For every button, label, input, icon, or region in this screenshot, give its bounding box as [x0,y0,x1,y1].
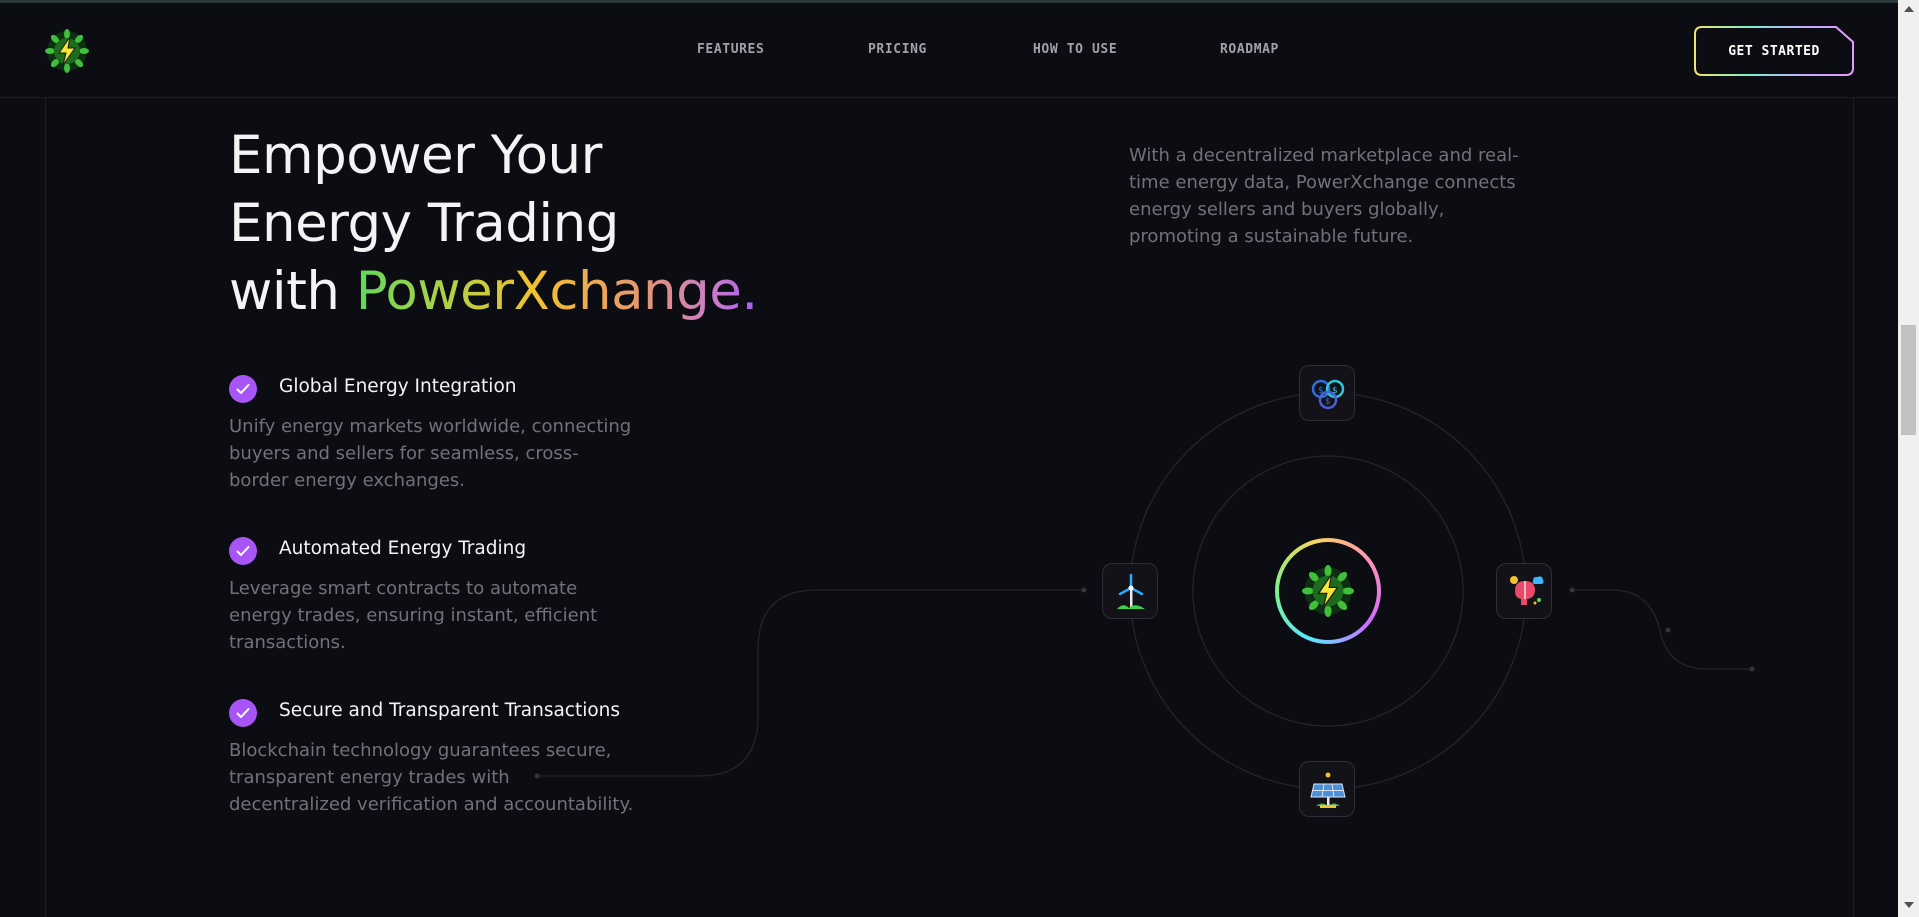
wind-turbine-icon [1117,573,1145,609]
connector-dot [534,773,540,779]
svg-text:$: $ [1318,386,1324,396]
scrollbar-thumb[interactable] [1901,325,1916,435]
hub-core [1279,542,1377,640]
solar-panel-icon [1310,772,1346,808]
lightning-leaf-icon [1302,565,1354,617]
svg-text:$: $ [1332,386,1338,396]
connector-dot [1081,587,1087,593]
node-coins[interactable]: $ $ $ [1299,365,1355,421]
connector-dot [1569,587,1575,593]
scroll-down-arrow-icon[interactable] [1904,902,1914,908]
node-wind-turbine[interactable] [1102,563,1158,619]
connector-right [1572,589,1752,670]
connector-dot [1665,627,1671,633]
connector-left [537,589,1083,777]
brain-icon [1510,576,1544,605]
coins-icon: $ $ $ [1311,379,1345,410]
scroll-up-arrow-icon[interactable] [1904,6,1914,12]
scrollbar[interactable] [1898,0,1919,917]
network-diagram [534,392,1755,790]
hub-ring [1275,538,1381,644]
connector-dot [1749,666,1755,672]
svg-text:$: $ [1325,397,1331,407]
node-solar-panel[interactable] [1299,761,1355,817]
node-ai-brain[interactable] [1496,563,1552,619]
